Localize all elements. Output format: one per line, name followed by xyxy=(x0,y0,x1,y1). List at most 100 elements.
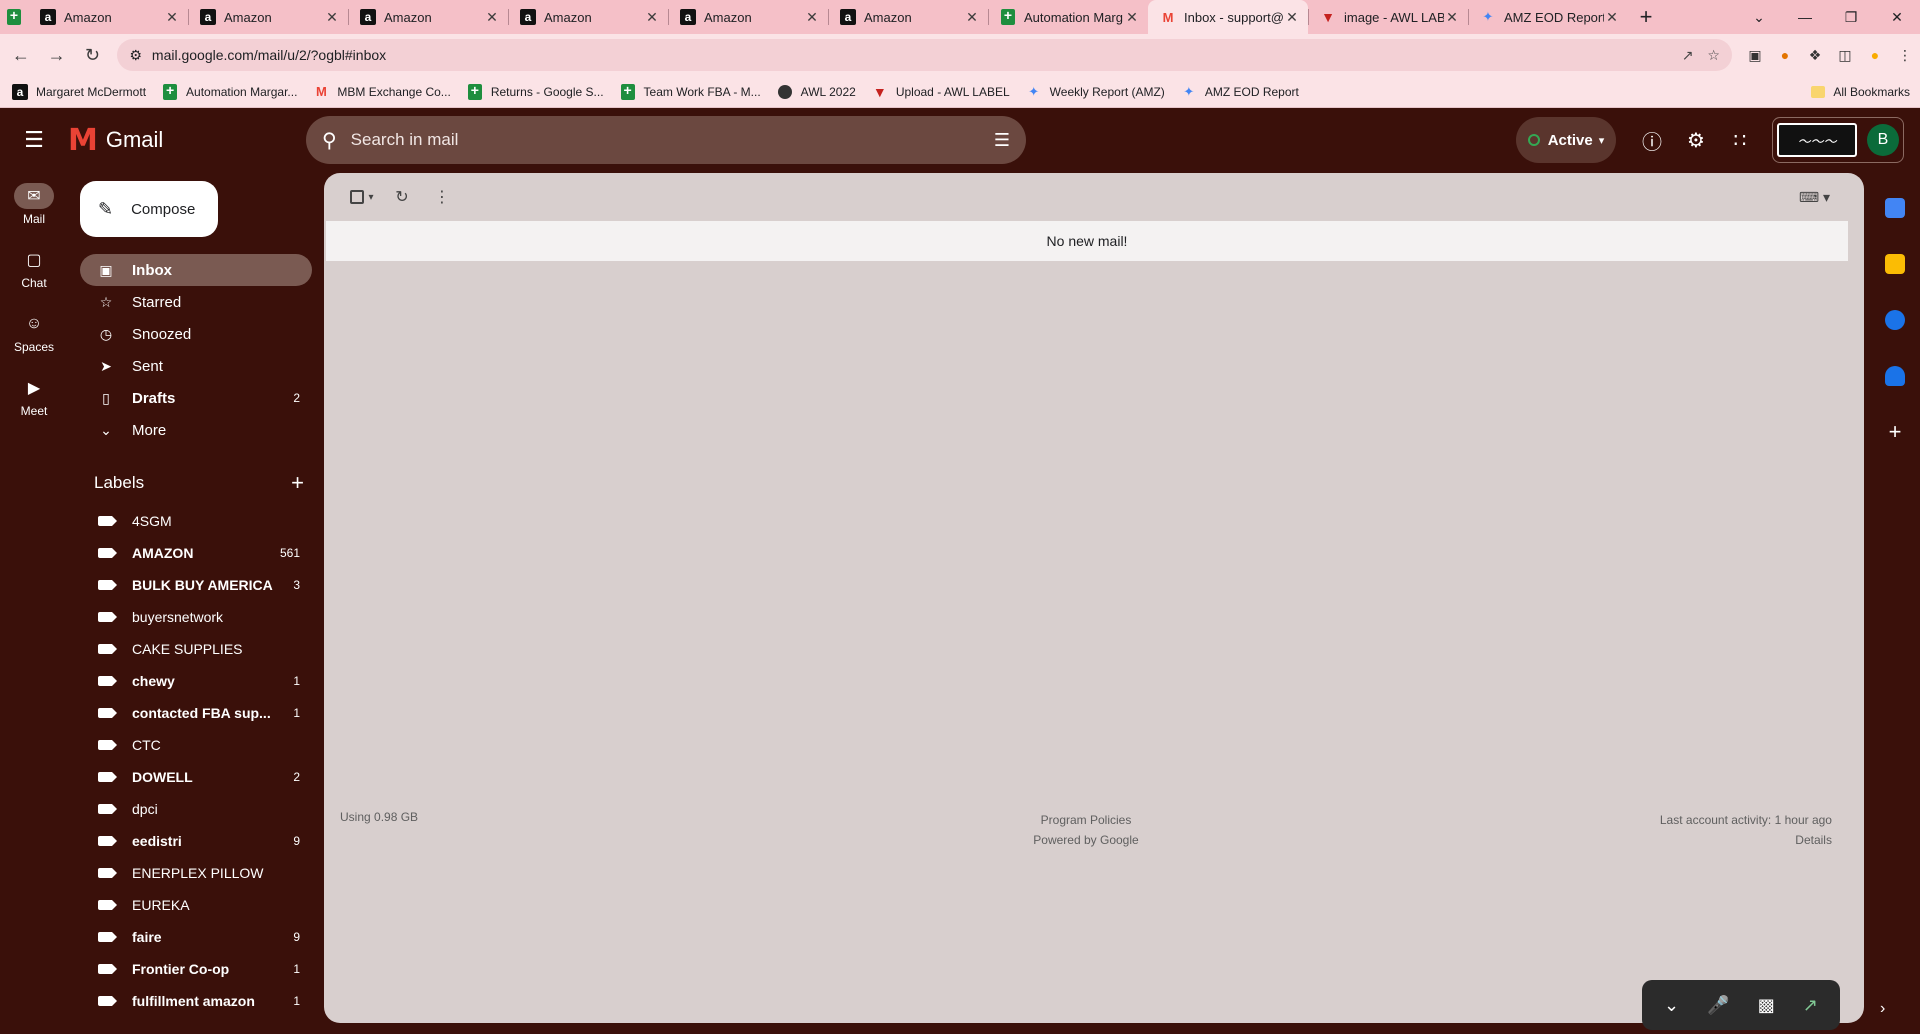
bookmark-item[interactable]: M MBM Exchange Co... xyxy=(313,84,451,100)
nav-item-inbox[interactable]: ▣ Inbox xyxy=(80,254,312,286)
search-input[interactable]: Search in mail xyxy=(351,130,994,150)
rail-item-chat[interactable]: ▢ Chat xyxy=(0,236,68,300)
bookmark-item[interactable]: Returns - Google S... xyxy=(467,82,604,100)
status-button[interactable]: Active ▾ xyxy=(1516,117,1616,163)
profile-icon[interactable]: ● xyxy=(1860,47,1890,63)
label-item[interactable]: AMAZON 561 xyxy=(80,537,312,569)
collapse-chevron-icon[interactable]: ⌄ xyxy=(1664,995,1679,1016)
minimize-button[interactable]: — xyxy=(1782,0,1828,34)
browser-tab[interactable]: a Amazon ✕ xyxy=(348,0,508,34)
input-tools-keyboard-icon[interactable]: ⌨ ▾ xyxy=(1799,189,1830,206)
rail-item-mail[interactable]: ✉ Mail xyxy=(0,172,68,236)
search-bar[interactable]: ⚲ Search in mail ☰ xyxy=(306,116,1026,164)
get-addons-icon[interactable]: + xyxy=(1870,404,1920,460)
label-item[interactable]: ENERPLEX PILLOW xyxy=(80,857,312,889)
bookmark-item[interactable]: AWL 2022 xyxy=(777,84,856,100)
details-link[interactable]: Details xyxy=(1335,830,1832,850)
pinned-tab-sheets[interactable] xyxy=(0,0,28,34)
contacts-icon[interactable] xyxy=(1870,348,1920,404)
extension-color-icon[interactable]: ● xyxy=(1770,47,1800,63)
close-tab-icon[interactable]: ✕ xyxy=(1604,9,1620,26)
url-text[interactable]: mail.google.com/mail/u/2/?ogbl#inbox xyxy=(152,47,1668,63)
restore-button[interactable]: ❐ xyxy=(1828,0,1874,34)
create-label-button[interactable]: + xyxy=(291,470,304,496)
close-tab-icon[interactable]: ✕ xyxy=(804,9,820,26)
forward-button[interactable]: → xyxy=(42,40,72,70)
browser-tab[interactable]: ✦ AMZ EOD Report ✕ xyxy=(1468,0,1628,34)
label-item[interactable]: fulfillment amazon 1 xyxy=(80,985,312,1017)
browser-tab[interactable]: a Amazon ✕ xyxy=(508,0,668,34)
help-icon[interactable]: ⓘ xyxy=(1630,126,1674,155)
close-tab-icon[interactable]: ✕ xyxy=(1124,9,1140,26)
label-item[interactable]: DOWELL 2 xyxy=(80,761,312,793)
tab-search-icon[interactable]: ⌄ xyxy=(1736,0,1782,34)
label-item[interactable]: EUREKA xyxy=(80,889,312,921)
new-tab-button[interactable]: + xyxy=(1628,0,1664,34)
open-new-window-icon[interactable]: ↗ xyxy=(1803,995,1818,1016)
browser-tab[interactable]: a Amazon ✕ xyxy=(668,0,828,34)
settings-gear-icon[interactable]: ⚙ xyxy=(1674,128,1718,153)
search-icon[interactable]: ⚲ xyxy=(322,128,337,153)
nav-item-snoozed[interactable]: ◷ Snoozed xyxy=(80,318,312,350)
close-tab-icon[interactable]: ✕ xyxy=(1444,9,1460,26)
all-bookmarks[interactable]: All Bookmarks xyxy=(1811,85,1910,99)
label-item[interactable]: Frontier Co-op 1 xyxy=(80,953,312,985)
close-tab-icon[interactable]: ✕ xyxy=(964,9,980,26)
avatar[interactable]: B xyxy=(1867,124,1899,156)
close-tab-icon[interactable]: ✕ xyxy=(644,9,660,26)
apps-grid-icon[interactable]: ∷ xyxy=(1718,128,1762,153)
browser-menu-icon[interactable]: ⋮ xyxy=(1890,47,1920,64)
browser-tab[interactable]: a Amazon ✕ xyxy=(28,0,188,34)
compose-button[interactable]: ✎ Compose xyxy=(80,181,218,237)
omnibox[interactable]: ⚙ mail.google.com/mail/u/2/?ogbl#inbox ↗… xyxy=(117,39,1732,71)
close-tab-icon[interactable]: ✕ xyxy=(1284,9,1300,26)
bookmark-item[interactable]: Automation Margar... xyxy=(162,82,297,100)
bookmark-item[interactable]: ✦ Weekly Report (AMZ) xyxy=(1026,84,1165,100)
more-options-icon[interactable]: ⋮ xyxy=(422,187,462,207)
close-tab-icon[interactable]: ✕ xyxy=(324,9,340,26)
label-item[interactable]: eedistri 9 xyxy=(80,825,312,857)
label-item[interactable]: chewy 1 xyxy=(80,665,312,697)
label-item[interactable]: faire 9 xyxy=(80,921,312,953)
nav-item-sent[interactable]: ➤ Sent xyxy=(80,350,312,382)
side-panel-icon[interactable]: ◫ xyxy=(1830,47,1860,64)
keep-icon[interactable] xyxy=(1870,236,1920,292)
nav-item-starred[interactable]: ☆ Starred xyxy=(80,286,312,318)
label-item[interactable]: CAKE SUPPLIES xyxy=(80,633,312,665)
label-item[interactable]: 4SGM xyxy=(80,505,312,537)
search-options-icon[interactable]: ☰ xyxy=(994,130,1010,151)
rail-item-spaces[interactable]: ☺ Spaces xyxy=(0,300,68,364)
rail-item-meet[interactable]: ▶ Meet xyxy=(0,364,68,428)
bookmark-item[interactable]: Team Work FBA - M... xyxy=(620,82,761,100)
label-item[interactable]: CTC xyxy=(80,729,312,761)
browser-tab[interactable]: a Amazon ✕ xyxy=(828,0,988,34)
browser-tab[interactable]: M Inbox - support@ ✕ xyxy=(1148,0,1308,34)
extensions-puzzle-icon[interactable]: ❖ xyxy=(1800,47,1830,64)
tasks-icon[interactable] xyxy=(1870,292,1920,348)
mic-off-icon[interactable]: 🎤 xyxy=(1707,995,1729,1016)
bookmark-star-icon[interactable]: ☆ xyxy=(1707,47,1720,64)
show-side-panel-icon[interactable]: › xyxy=(1880,1000,1885,1018)
gmail-logo[interactable]: M Gmail xyxy=(68,123,306,158)
program-policies-link[interactable]: Program Policies xyxy=(837,810,1334,830)
close-tab-icon[interactable]: ✕ xyxy=(484,9,500,26)
camera-icon[interactable]: ▩ xyxy=(1758,995,1775,1016)
label-item[interactable]: contacted FBA sup... 1 xyxy=(80,697,312,729)
close-tab-icon[interactable]: ✕ xyxy=(164,9,180,26)
bookmark-item[interactable]: ▼ Upload - AWL LABEL xyxy=(872,84,1010,100)
bookmark-item[interactable]: a Margaret McDermott xyxy=(12,83,146,100)
extension-off-icon[interactable]: ▣ xyxy=(1740,47,1770,64)
browser-tab[interactable]: a Amazon ✕ xyxy=(188,0,348,34)
browser-tab[interactable]: Automation Marg✕ xyxy=(988,0,1148,34)
site-info-icon[interactable]: ⚙ xyxy=(129,47,142,64)
back-button[interactable]: ← xyxy=(6,40,36,70)
share-icon[interactable]: ↗ xyxy=(1682,47,1694,64)
main-menu-icon[interactable]: ☰ xyxy=(0,127,68,153)
label-item[interactable]: buyersnetwork xyxy=(80,601,312,633)
account-switcher[interactable]: 〜〜〜 B xyxy=(1772,117,1904,163)
close-window-button[interactable]: ✕ xyxy=(1874,0,1920,34)
bookmark-item[interactable]: ✦ AMZ EOD Report xyxy=(1181,84,1298,100)
storage-usage[interactable]: Using 0.98 GB xyxy=(340,810,418,824)
select-all-checkbox[interactable]: ▾ xyxy=(342,190,382,204)
calendar-icon[interactable] xyxy=(1870,180,1920,236)
